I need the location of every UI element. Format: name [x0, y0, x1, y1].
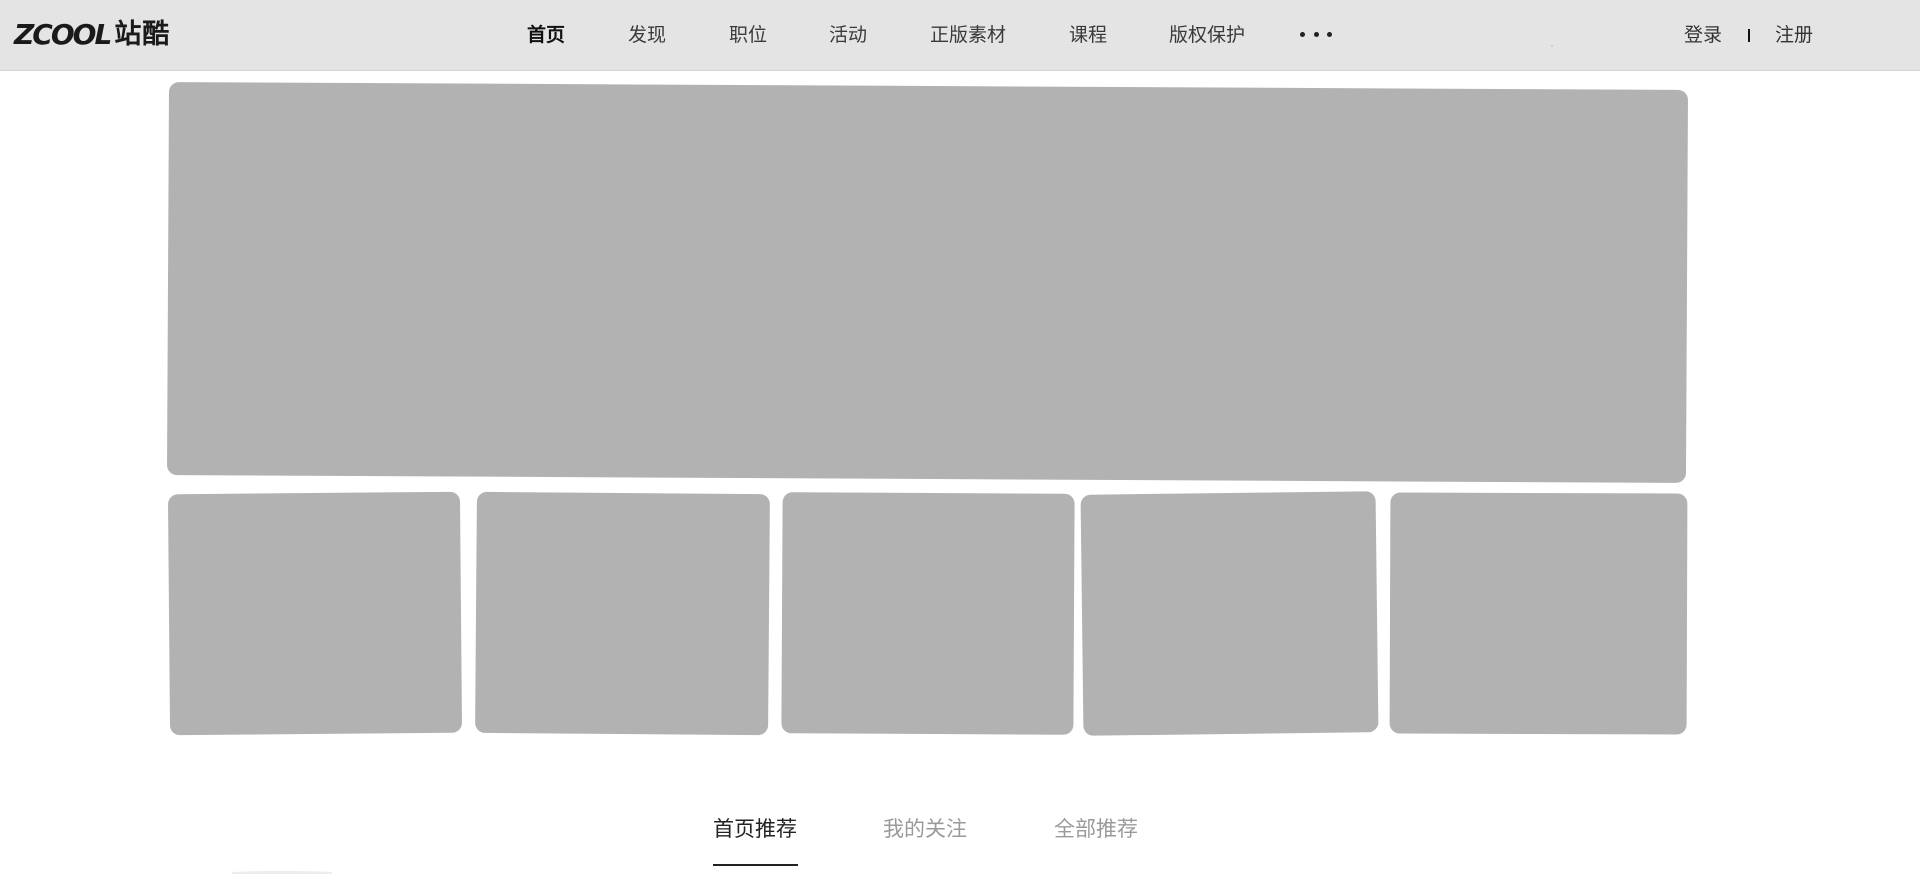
register-link[interactable]: 注册 [1775, 20, 1813, 50]
nav-item-courses[interactable]: 课程 [1069, 20, 1107, 50]
banner-thumbnail-3[interactable] [781, 492, 1075, 735]
auth-divider [1748, 29, 1750, 42]
tab-my-following[interactable]: 我的关注 [883, 812, 967, 846]
nav-item-events[interactable]: 活动 [829, 20, 867, 50]
dot [1313, 31, 1319, 37]
dot [1327, 31, 1332, 37]
banner-thumbnail-5[interactable] [1389, 492, 1688, 735]
top-navbar: ZCOOL 站酷 首页 发现 职位 活动 正版素材 课程 版权保护 登录 注册 [0, 0, 1920, 71]
nav-item-discover[interactable]: 发现 [628, 20, 666, 50]
active-tab-underline [713, 864, 798, 866]
logo-chinese-name: 站酷 [114, 19, 171, 50]
page: ZCOOL 站酷 首页 发现 职位 活动 正版素材 课程 版权保护 登录 注册 … [0, 0, 1920, 874]
banner-thumbnail-1[interactable] [167, 491, 463, 736]
tab-all-recommended[interactable]: 全部推荐 [1054, 812, 1138, 846]
login-link[interactable]: 登录 [1684, 20, 1722, 50]
decorative-dot [1551, 45, 1553, 47]
nav-item-licensed-assets[interactable]: 正版素材 [930, 20, 1006, 50]
zcool-logo[interactable]: ZCOOL 站酷 [14, 16, 170, 54]
hero-banner-placeholder[interactable] [166, 82, 1689, 483]
nav-item-copyright-protection[interactable]: 版权保护 [1169, 20, 1245, 50]
tab-home-recommended[interactable]: 首页推荐 [713, 812, 797, 846]
nav-item-home[interactable]: 首页 [527, 20, 565, 50]
banner-thumbnail-2[interactable] [475, 491, 770, 736]
logo-wordmark: ZCOOL [14, 18, 112, 51]
banner-thumbnail-4[interactable] [1080, 491, 1379, 736]
nav-item-jobs[interactable]: 职位 [729, 20, 767, 50]
more-dots-icon[interactable] [1300, 29, 1332, 39]
dot [1300, 31, 1305, 37]
